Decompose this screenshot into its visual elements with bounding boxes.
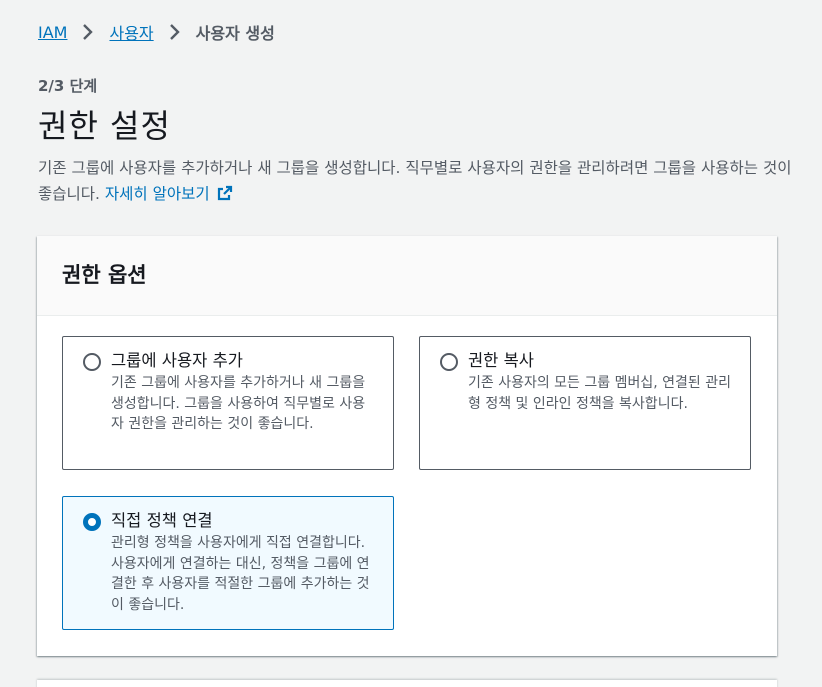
step-indicator: 2/3 단계 [38, 77, 98, 95]
breadcrumb: IAM 사용자 사용자 생성 [38, 20, 275, 44]
panel-title: 권한 옵션 [62, 263, 147, 287]
breadcrumb-link-users[interactable]: 사용자 [109, 20, 153, 44]
option-add-to-group[interactable]: 그룹에 사용자 추가 기존 그룹에 사용자를 추가하거나 새 그룹을 생성합니다… [62, 336, 394, 470]
learn-more-link-text[interactable]: 자세히 알아보기 [105, 185, 210, 203]
option-label: 그룹에 사용자 추가 [111, 351, 243, 370]
chevron-right-icon [162, 21, 188, 43]
option-label: 권한 복사 [468, 351, 534, 370]
next-panel [37, 680, 777, 687]
external-link-icon [216, 184, 234, 210]
radio-attach-policies-directly[interactable] [83, 513, 101, 531]
option-description: 관리형 정책을 사용자에게 직접 연결합니다. 사용자에게 연결하는 대신, 정… [111, 535, 370, 613]
option-description: 기존 사용자의 모든 그룹 멤버십, 연결된 관리형 정책 및 인라인 정책을 … [468, 375, 731, 412]
option-copy-permissions[interactable]: 권한 복사 기존 사용자의 모든 그룹 멤버십, 연결된 관리형 정책 및 인라… [419, 336, 751, 470]
learn-more-link[interactable]: 자세히 알아보기 [105, 185, 234, 203]
breadcrumb-current: 사용자 생성 [195, 24, 275, 43]
option-attach-policies-directly[interactable]: 직접 정책 연결 관리형 정책을 사용자에게 직접 연결합니다. 사용자에게 연… [62, 496, 394, 630]
option-label: 직접 정책 연결 [111, 511, 213, 530]
chevron-right-icon [75, 21, 101, 43]
radio-add-to-group[interactable] [83, 353, 101, 371]
breadcrumb-link-iam[interactable]: IAM [38, 23, 67, 42]
panel-header: 권한 옵션 [37, 236, 777, 316]
permission-options-panel: 권한 옵션 그룹에 사용자 추가 기존 그룹에 사용자를 추가하거나 새 그룹을… [37, 236, 777, 656]
radio-copy-permissions[interactable] [440, 353, 458, 371]
page-description: 기존 그룹에 사용자를 추가하거나 새 그룹을 생성합니다. 직무별로 사용자의… [38, 155, 798, 210]
option-description: 기존 그룹에 사용자를 추가하거나 새 그룹을 생성합니다. 그룹을 사용하여 … [111, 375, 366, 432]
page-title: 권한 설정 [38, 107, 171, 145]
